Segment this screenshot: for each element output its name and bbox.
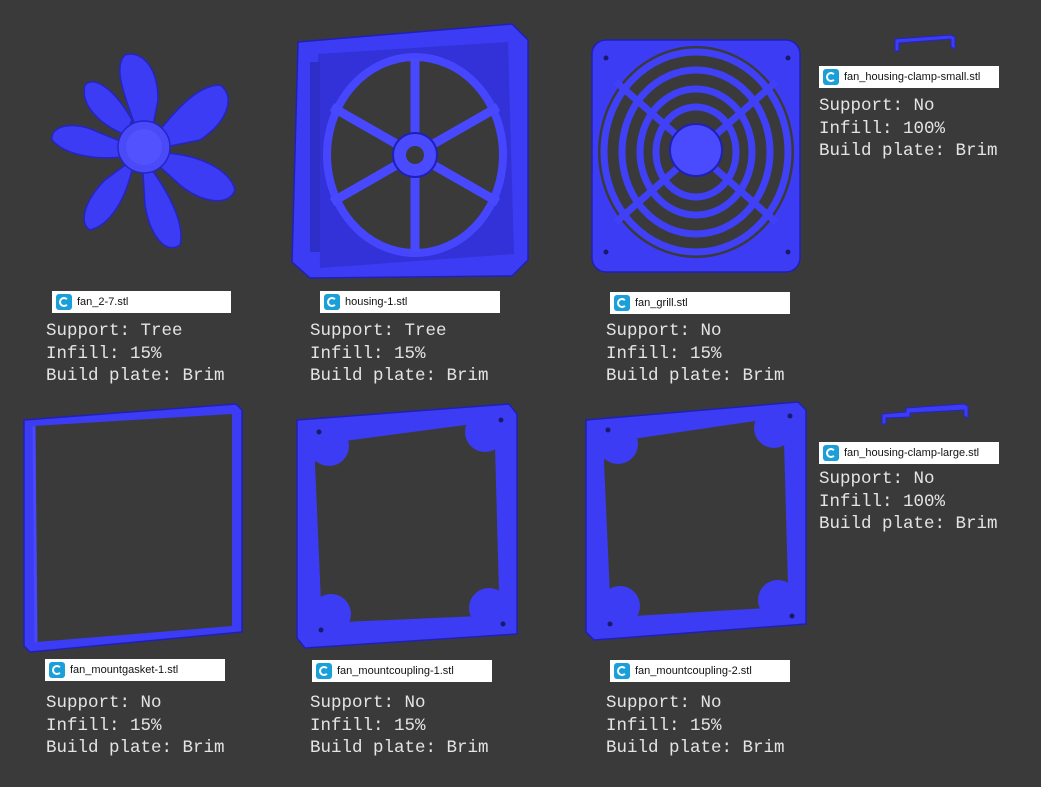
clamp-small-render (893, 33, 957, 55)
cura-logo-icon (614, 663, 630, 679)
infill-setting: Infill: 15% (46, 715, 162, 736)
build-plate-setting: Build plate: Brim (46, 366, 225, 386)
housing-render (290, 22, 530, 280)
support-setting: Support: No (310, 693, 426, 713)
file-tag-clamp-small[interactable]: fan_housing-clamp-small.stl (819, 66, 999, 88)
infill-setting: Infill: 100% (819, 491, 946, 512)
cura-logo-icon (316, 663, 332, 679)
file-name: fan_housing-clamp-large.stl (844, 447, 980, 459)
infill-setting: Infill: 15% (606, 343, 722, 364)
file-name: housing-1.stl (345, 296, 408, 308)
infill-setting: Infill: 100% (819, 118, 946, 139)
mountcoupling-2-render (584, 400, 809, 642)
build-plate-setting: Build plate: Brim (46, 738, 225, 758)
cura-logo-icon (56, 294, 72, 310)
build-plate-setting: Build plate: Brim (606, 366, 785, 386)
settings-mountgasket: Support: No Infill: 15% Build plate: Bri… (46, 692, 225, 760)
infill-setting: Infill: 15% (46, 343, 162, 364)
support-setting: Support: No (46, 693, 162, 713)
settings-fan: Support: Tree Infill: 15% Build plate: B… (46, 320, 225, 388)
cura-logo-icon (823, 69, 839, 85)
file-tag-clamp-large[interactable]: fan_housing-clamp-large.stl (819, 442, 999, 464)
file-name: fan_mountgasket-1.stl (70, 664, 179, 676)
fan-grill-render (588, 30, 806, 276)
infill-setting: Infill: 15% (606, 715, 722, 736)
file-name: fan_2-7.stl (77, 296, 129, 308)
infill-setting: Infill: 15% (310, 343, 426, 364)
file-tag-mountcoupling-2[interactable]: fan_mountcoupling-2.stl (610, 660, 790, 682)
support-setting: Support: No (606, 321, 722, 341)
build-plate-setting: Build plate: Brim (819, 141, 998, 161)
cura-logo-icon (823, 445, 839, 461)
build-plate-setting: Build plate: Brim (310, 738, 489, 758)
fan-impeller-render (40, 45, 245, 255)
cura-logo-icon (324, 294, 340, 310)
cura-logo-icon (49, 662, 65, 678)
support-setting: Support: No (819, 469, 935, 489)
build-plate-setting: Build plate: Brim (310, 366, 489, 386)
support-setting: Support: No (606, 693, 722, 713)
clamp-large-render (880, 402, 970, 428)
file-tag-housing[interactable]: housing-1.stl (320, 291, 500, 313)
cura-logo-icon (614, 295, 630, 311)
mountgasket-render (22, 402, 244, 654)
settings-housing: Support: Tree Infill: 15% Build plate: B… (310, 320, 489, 388)
support-setting: Support: Tree (310, 321, 447, 341)
file-name: fan_grill.stl (635, 297, 688, 309)
build-plate-setting: Build plate: Brim (819, 514, 998, 534)
mountcoupling-1-render (295, 402, 520, 650)
file-name: fan_mountcoupling-2.stl (635, 665, 752, 677)
file-name: fan_housing-clamp-small.stl (844, 71, 981, 83)
settings-grill: Support: No Infill: 15% Build plate: Bri… (606, 320, 785, 388)
settings-mountcoupling-1: Support: No Infill: 15% Build plate: Bri… (310, 692, 489, 760)
support-setting: Support: No (819, 96, 935, 116)
settings-clamp-small: Support: No Infill: 100% Build plate: Br… (819, 95, 998, 163)
file-name: fan_mountcoupling-1.stl (337, 665, 454, 677)
file-tag-mountgasket[interactable]: fan_mountgasket-1.stl (45, 659, 225, 681)
file-tag-mountcoupling-1[interactable]: fan_mountcoupling-1.stl (312, 660, 492, 682)
file-tag-fan[interactable]: fan_2-7.stl (52, 291, 231, 313)
infill-setting: Infill: 15% (310, 715, 426, 736)
build-plate-setting: Build plate: Brim (606, 738, 785, 758)
support-setting: Support: Tree (46, 321, 183, 341)
settings-mountcoupling-2: Support: No Infill: 15% Build plate: Bri… (606, 692, 785, 760)
file-tag-grill[interactable]: fan_grill.stl (610, 292, 790, 314)
settings-clamp-large: Support: No Infill: 100% Build plate: Br… (819, 468, 998, 536)
